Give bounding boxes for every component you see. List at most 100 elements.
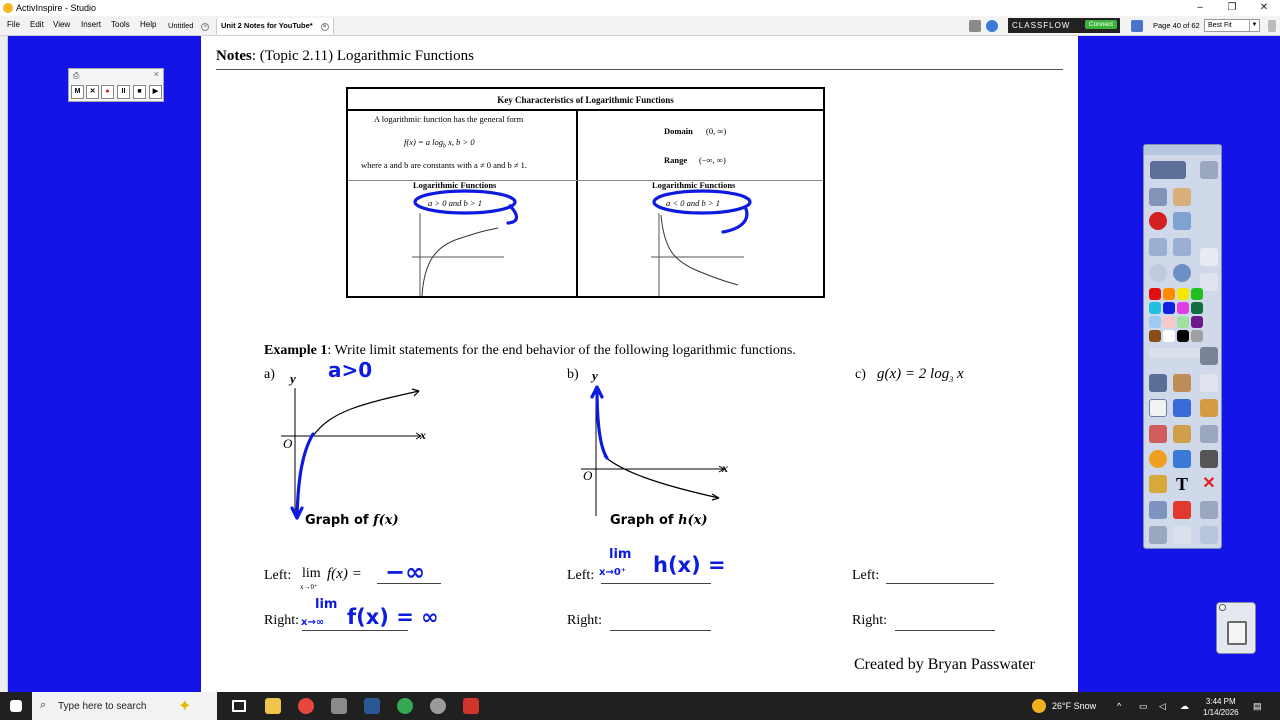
eraser-icon[interactable] [1149, 425, 1167, 443]
restore-button[interactable]: ❐ [1217, 1, 1247, 15]
fill-icon[interactable] [1173, 425, 1191, 443]
recorder-play-button[interactable]: ▶ [149, 85, 162, 99]
activinspire-taskbar-icon[interactable] [331, 698, 347, 714]
chevron-up-icon[interactable]: ^ [1117, 701, 1121, 711]
menu-view[interactable]: View [53, 20, 70, 29]
page-browser-icon[interactable] [969, 20, 981, 32]
redo-icon[interactable] [1173, 526, 1191, 544]
close-window-button[interactable]: ✕ [1249, 1, 1279, 15]
refresh-icon[interactable] [1173, 501, 1191, 519]
tab-close-icon[interactable]: × [201, 23, 210, 31]
color-purple[interactable] [1191, 316, 1203, 328]
select-icon[interactable] [1149, 374, 1167, 392]
color-grey[interactable] [1191, 330, 1203, 342]
main-menu-icon[interactable] [1149, 188, 1167, 206]
color-cyan[interactable] [1149, 302, 1161, 314]
camera-icon[interactable] [1200, 450, 1218, 468]
chrome-icon[interactable] [298, 698, 314, 714]
tab-untitled[interactable]: Untitled × [164, 18, 214, 34]
flipchart-page[interactable]: Notes: (Topic 2.11) Logarithmic Function… [201, 36, 1078, 692]
marquee-icon[interactable] [1173, 374, 1191, 392]
color-dark-green[interactable] [1191, 302, 1203, 314]
file-explorer-icon[interactable] [265, 698, 281, 714]
task-view-icon[interactable] [232, 700, 246, 712]
menu-tools[interactable]: Tools [111, 20, 130, 29]
flipchart-icon[interactable] [1173, 188, 1191, 206]
recorder-stop-button[interactable]: ■ [133, 85, 146, 99]
trash-can[interactable] [1216, 602, 1256, 654]
clipboard-paste-icon[interactable] [1200, 526, 1218, 544]
color-white[interactable] [1163, 330, 1175, 342]
connect-button[interactable]: Connect [1084, 20, 1117, 29]
color-light-green[interactable] [1177, 316, 1189, 328]
color-blue[interactable] [1163, 302, 1175, 314]
minimize-button[interactable]: – [1185, 1, 1215, 15]
recorder-cancel-button[interactable]: ✕ [86, 85, 99, 99]
color-light-blue[interactable] [1149, 316, 1161, 328]
recorder-menu-button[interactable]: M [71, 85, 84, 99]
profile-icon[interactable] [1200, 161, 1218, 179]
left-edge-panel[interactable] [0, 36, 8, 692]
highlighter-icon[interactable] [1173, 399, 1191, 417]
page-icon[interactable] [1200, 248, 1218, 266]
text-icon[interactable]: T [1173, 475, 1191, 493]
pen-icon[interactable] [1149, 399, 1167, 417]
undo-icon[interactable] [1149, 526, 1167, 544]
screen-icon[interactable] [1200, 501, 1218, 519]
printer-icon[interactable] [1200, 347, 1218, 365]
toolbox-titlebar[interactable] [1144, 145, 1221, 155]
globe-icon[interactable] [1173, 264, 1191, 282]
color-brown[interactable] [1149, 330, 1161, 342]
previous-page-icon[interactable] [1149, 238, 1167, 256]
acrobat-icon[interactable] [463, 698, 479, 714]
more-icon[interactable] [1268, 20, 1276, 32]
recorder-record-button[interactable]: ● [101, 85, 114, 99]
menu-help[interactable]: Help [140, 20, 156, 29]
recorder-close-icon[interactable]: × [154, 69, 159, 79]
play-icon[interactable] [1149, 264, 1167, 282]
hand-icon[interactable] [1149, 475, 1167, 493]
volume-icon[interactable]: ◁ [1159, 701, 1166, 712]
delete-icon[interactable]: ✕ [1200, 475, 1218, 493]
color-green[interactable] [1191, 288, 1203, 300]
color-yellow[interactable] [1177, 288, 1189, 300]
menu-file[interactable]: File [7, 20, 20, 29]
clipboard-icon[interactable] [1200, 374, 1218, 392]
windows-start-icon[interactable] [10, 700, 22, 712]
reset-icon[interactable] [1149, 212, 1167, 230]
taskbar-search[interactable]: ⌕ Type here to search ✦ [32, 692, 217, 720]
onedrive-icon[interactable]: ☁ [1180, 701, 1189, 712]
next-page-icon[interactable] [1173, 238, 1191, 256]
flask-icon[interactable] [1149, 501, 1167, 519]
magic-ink-icon[interactable] [1200, 399, 1218, 417]
connector-icon[interactable] [1173, 450, 1191, 468]
word-icon[interactable] [364, 698, 380, 714]
help-globe-icon[interactable] [986, 20, 998, 32]
shapes-icon[interactable] [1200, 273, 1218, 291]
color-black[interactable] [1177, 330, 1189, 342]
notifications-icon[interactable]: ▤ [1253, 701, 1262, 712]
app-icon[interactable] [430, 698, 446, 714]
taskbar-clock[interactable]: 3:44 PM 1/14/2026 [1203, 696, 1239, 718]
color-magenta[interactable] [1177, 302, 1189, 314]
color-red[interactable] [1149, 288, 1161, 300]
trash-close-icon[interactable] [1219, 604, 1226, 611]
weather-icon[interactable] [1032, 699, 1046, 713]
page-icon[interactable] [1131, 20, 1143, 32]
pen-width-selector[interactable] [1149, 348, 1201, 358]
tab-unit2-notes[interactable]: Unit 2 Notes for YouTube* × [216, 18, 334, 34]
menu-insert[interactable]: Insert [81, 20, 101, 29]
menu-edit[interactable]: Edit [30, 20, 44, 29]
cut-icon[interactable] [1200, 425, 1218, 443]
tab-close-icon[interactable]: × [320, 23, 329, 31]
network-icon[interactable]: ▭ [1139, 701, 1148, 712]
color-orange[interactable] [1163, 288, 1175, 300]
shape-icon[interactable] [1149, 450, 1167, 468]
tools-icon[interactable] [1173, 212, 1191, 230]
zoom-select[interactable]: Best Fit ▼ [1204, 19, 1260, 32]
flipchart-share-icon[interactable] [1150, 161, 1186, 179]
chrome-profile-icon[interactable] [397, 698, 413, 714]
recorder-pause-button[interactable]: II [117, 85, 130, 99]
color-pink[interactable] [1163, 316, 1175, 328]
weather-text[interactable]: 26°F Snow [1052, 701, 1096, 711]
